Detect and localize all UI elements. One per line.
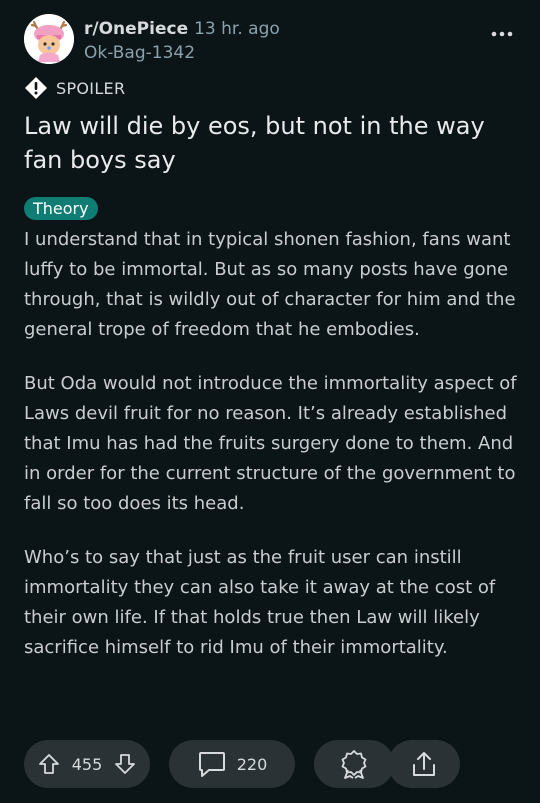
post-time: 13 hr. ago — [194, 19, 280, 39]
subreddit-line: r/OnePiece 13 hr. ago — [84, 18, 280, 40]
post-flair[interactable]: Theory — [24, 197, 98, 220]
spoiler-label: SPOILER — [56, 78, 126, 98]
share-button[interactable] — [388, 740, 460, 788]
upvote-button[interactable] — [38, 753, 60, 775]
post-paragraph: I understand that in typical shonen fash… — [24, 229, 516, 340]
post-header: r/OnePiece 13 hr. ago Ok-Bag-1342 — [24, 14, 516, 70]
subreddit-name[interactable]: r/OnePiece — [84, 19, 188, 39]
spoiler-warning-icon — [25, 77, 47, 99]
chopper-avatar-icon — [24, 14, 74, 64]
award-ribbon-icon — [341, 750, 367, 779]
post-paragraph: Who’s to say that just as the fruit user… — [24, 547, 496, 658]
award-button[interactable] — [314, 740, 394, 788]
upvote-arrow-icon — [38, 754, 59, 774]
subreddit-avatar[interactable] — [24, 14, 74, 64]
more-dots-icon — [491, 31, 513, 37]
comments-button[interactable]: 220 — [169, 740, 295, 788]
post-body: I understand that in typical shonen fash… — [24, 225, 519, 687]
spoiler-tag: SPOILER — [24, 75, 125, 101]
downvote-arrow-icon — [115, 754, 136, 774]
more-options-button[interactable] — [488, 24, 516, 44]
downvote-button[interactable] — [114, 753, 136, 775]
post-paragraph: But Oda would not introduce the immortal… — [24, 373, 517, 514]
share-icon — [413, 752, 435, 776]
post-author[interactable]: Ok-Bag-1342 — [84, 42, 195, 64]
vote-count: 455 — [71, 754, 103, 774]
post-title: Law will die by eos, but not in the way … — [24, 112, 485, 174]
vote-pill: 455 — [24, 740, 150, 788]
comment-bubble-icon — [198, 752, 225, 777]
comment-count: 220 — [236, 754, 268, 774]
